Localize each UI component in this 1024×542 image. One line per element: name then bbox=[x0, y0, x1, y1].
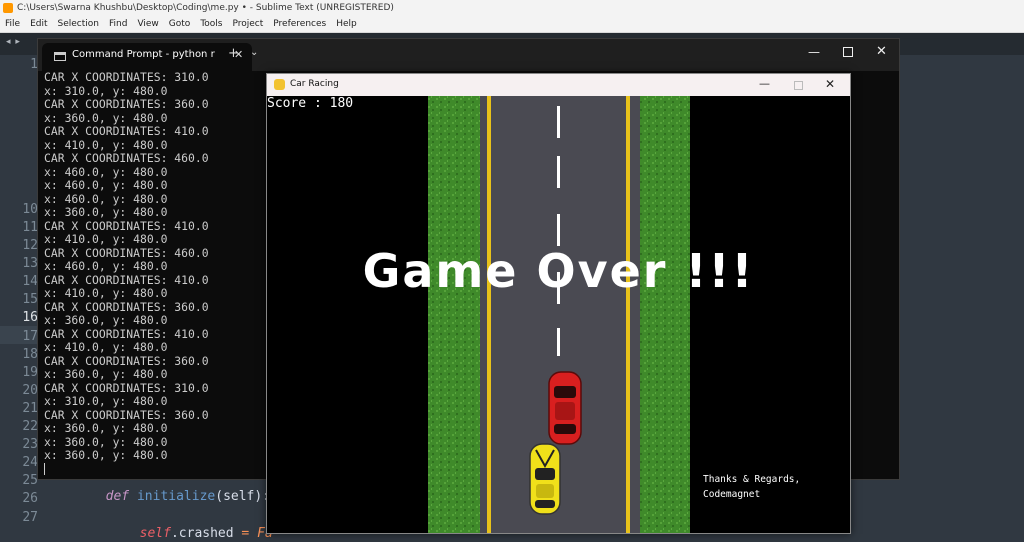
line-number: 10 bbox=[22, 202, 38, 217]
new-tab-plus-icon[interactable]: + bbox=[228, 46, 239, 61]
cmd-output-line: CAR X COORDINATES: 310.0 bbox=[44, 380, 209, 395]
line-number: 21 bbox=[22, 401, 38, 416]
cmd-output-line: x: 360.0, y: 480.0 bbox=[44, 434, 168, 449]
cmd-output-line: x: 360.0, y: 480.0 bbox=[44, 448, 168, 462]
cmd-output-line: CAR X COORDINATES: 360.0 bbox=[44, 97, 209, 111]
line-number: 16 bbox=[22, 310, 38, 325]
line-number: 26 bbox=[22, 491, 38, 506]
terminal-icon bbox=[54, 52, 66, 61]
line-number: 13 bbox=[22, 256, 38, 271]
credits-line-1: Thanks & Regards, bbox=[703, 474, 801, 485]
sublime-window-title: C:\Users\Swarna Khushbu\Desktop\Coding\m… bbox=[17, 3, 394, 13]
line-number: 27 bbox=[22, 510, 38, 525]
cmd-output-line: CAR X COORDINATES: 360.0 bbox=[44, 353, 209, 368]
pygame-snake-icon bbox=[274, 79, 285, 90]
cmd-output-line: CAR X COORDINATES: 460.0 bbox=[44, 245, 209, 260]
cmd-output-line: x: 360.0, y: 480.0 bbox=[44, 205, 168, 219]
cmd-tab[interactable]: Command Prompt - python r ✕ bbox=[42, 43, 252, 71]
left-yellow-line bbox=[487, 96, 491, 533]
cmd-output-line: x: 360.0, y: 480.0 bbox=[44, 110, 168, 125]
line-number: 25 bbox=[22, 473, 38, 488]
credits-text: Thanks & Regards, Codemagnet bbox=[703, 472, 800, 502]
player-yellow-car bbox=[529, 443, 561, 515]
menu-help[interactable]: Help bbox=[331, 16, 362, 32]
cmd-output-line: CAR X COORDINATES: 410.0 bbox=[44, 218, 209, 233]
cmd-output-line: CAR X COORDINATES: 360.0 bbox=[44, 407, 209, 422]
line-number: 15 bbox=[22, 292, 38, 307]
cmd-prompt-caret[interactable] bbox=[44, 463, 209, 477]
menu-goto[interactable]: Goto bbox=[164, 16, 196, 32]
cmd-output-line: x: 360.0, y: 480.0 bbox=[44, 367, 168, 381]
cmd-output-line: x: 410.0, y: 480.0 bbox=[44, 137, 168, 152]
line-number: 23 bbox=[22, 437, 38, 452]
line-number: 11 bbox=[22, 220, 38, 235]
cmd-output-line: x: 460.0, y: 480.0 bbox=[44, 259, 168, 273]
game-close-icon[interactable]: ✕ bbox=[825, 77, 835, 91]
line-number: 17 bbox=[22, 329, 38, 344]
game-over-message: Game Over !!! bbox=[362, 244, 755, 298]
cmd-output-line: x: 310.0, y: 480.0 bbox=[44, 83, 168, 98]
car-racing-window: Car Racing — ✕ Score: 180 Game Over !!!… bbox=[266, 73, 851, 534]
line-number: 22 bbox=[22, 419, 38, 434]
cmd-minimize-icon[interactable]: — bbox=[808, 45, 820, 59]
tab-scroll-arrows-icon[interactable]: ◂ ▸ bbox=[6, 37, 21, 47]
menu-edit[interactable]: Edit bbox=[25, 16, 52, 32]
game-title-bar: Car Racing — ✕ bbox=[267, 74, 850, 96]
road-scene bbox=[428, 96, 690, 533]
game-maximize-icon bbox=[794, 81, 803, 90]
cmd-output-line: x: 360.0, y: 480.0 bbox=[44, 421, 168, 435]
cmd-output-line: x: 360.0, y: 480.0 bbox=[44, 313, 168, 327]
code-line-26[interactable]: self.crashed = Fa bbox=[124, 511, 273, 541]
sublime-title-bar: C:\Users\Swarna Khushbu\Desktop\Coding\m… bbox=[0, 0, 1024, 16]
tab-dropdown-icon[interactable]: ⌄ bbox=[250, 47, 258, 58]
score-label: Score : 180 bbox=[267, 96, 354, 111]
cmd-output-line: x: 410.0, y: 480.0 bbox=[44, 232, 168, 246]
credits-line-2: Codemagnet bbox=[703, 489, 761, 500]
cmd-output-line: x: 410.0, y: 480.0 bbox=[44, 286, 168, 300]
line-number: 12 bbox=[22, 238, 38, 253]
cmd-output-line: x: 460.0, y: 480.0 bbox=[44, 178, 168, 192]
cmd-output-line: x: 460.0, y: 480.0 bbox=[44, 164, 168, 179]
line-number: 1 bbox=[30, 57, 38, 72]
menu-preferences[interactable]: Preferences bbox=[268, 16, 331, 32]
game-minimize-icon[interactable]: — bbox=[759, 77, 770, 90]
line-number: 20 bbox=[22, 383, 38, 398]
line-number: 19 bbox=[22, 365, 38, 380]
menu-selection[interactable]: Selection bbox=[53, 16, 104, 32]
game-canvas[interactable]: Score : 180 Game Over !!! Thanks & Regar… bbox=[267, 96, 850, 533]
cmd-output-line: CAR X COORDINATES: 460.0 bbox=[44, 151, 209, 165]
cmd-output-line: CAR X COORDINATES: 410.0 bbox=[44, 272, 209, 287]
sublime-app-icon bbox=[3, 3, 13, 13]
cmd-output-line: x: 310.0, y: 480.0 bbox=[44, 394, 168, 408]
line-number: 24 bbox=[22, 455, 38, 470]
menu-find[interactable]: Find bbox=[104, 16, 132, 32]
game-window-title: Car Racing bbox=[290, 79, 339, 89]
cmd-output-line: CAR X COORDINATES: 410.0 bbox=[44, 326, 209, 341]
menu-view[interactable]: View bbox=[132, 16, 163, 32]
line-number: 18 bbox=[22, 347, 38, 362]
menu-file[interactable]: File bbox=[0, 16, 25, 32]
cmd-output-line: CAR X COORDINATES: 410.0 bbox=[44, 124, 209, 138]
cmd-output-line: x: 460.0, y: 480.0 bbox=[44, 191, 168, 206]
right-yellow-line bbox=[626, 96, 630, 533]
cmd-tab-label: Command Prompt - python r bbox=[72, 49, 215, 60]
cmd-close-icon[interactable]: ✕ bbox=[876, 44, 887, 59]
cmd-maximize-icon[interactable] bbox=[843, 47, 853, 57]
left-grass bbox=[428, 96, 480, 533]
line-number: 14 bbox=[22, 274, 38, 289]
menu-tools[interactable]: Tools bbox=[195, 16, 227, 32]
cmd-output-line: CAR X COORDINATES: 360.0 bbox=[44, 299, 209, 314]
sublime-menu-bar: File Edit Selection Find View Goto Tools Projec… bbox=[0, 16, 1024, 33]
menu-project[interactable]: Project bbox=[227, 16, 268, 32]
cmd-output-line: CAR X COORDINATES: 310.0 bbox=[44, 70, 209, 84]
cmd-output[interactable]: CAR X COORDINATES: 310.0 x: 310.0, y: 480… bbox=[44, 70, 209, 477]
right-grass bbox=[640, 96, 690, 533]
enemy-red-car bbox=[548, 371, 582, 445]
cmd-title-bar: Command Prompt - python r ✕ + ⌄ — ✕ bbox=[38, 39, 899, 71]
cmd-output-line: x: 410.0, y: 480.0 bbox=[44, 340, 168, 354]
